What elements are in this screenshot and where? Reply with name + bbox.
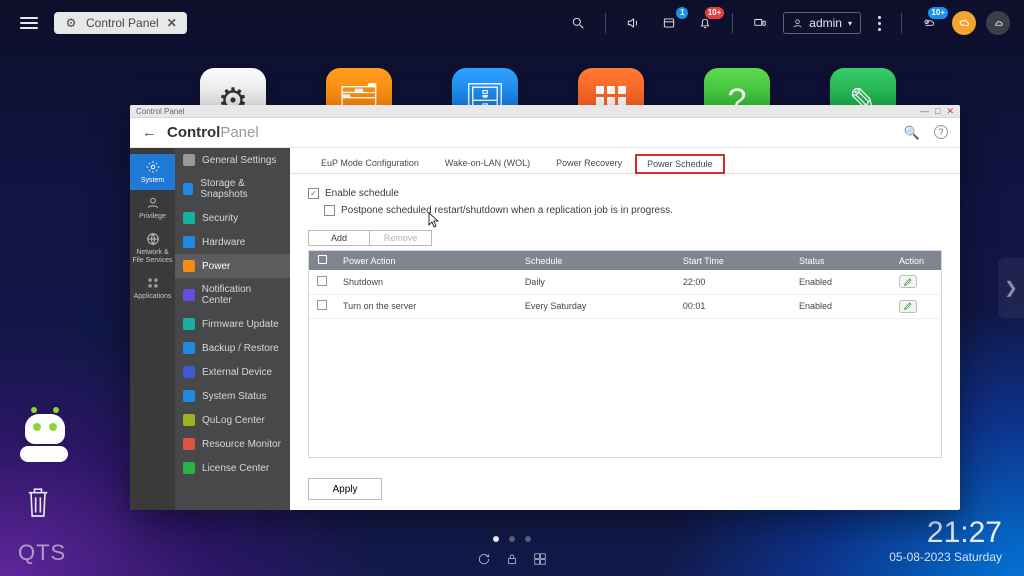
window-title: ControlPanel bbox=[167, 124, 259, 141]
nav-resource-monitor[interactable]: Resource Monitor bbox=[175, 432, 290, 456]
edit-row-button[interactable] bbox=[899, 275, 917, 288]
table-row[interactable]: Shutdown Daily 22:00 Enabled bbox=[309, 270, 941, 294]
col-start-time[interactable]: Start Time bbox=[675, 251, 791, 270]
postpone-label: Postpone scheduled restart/shutdown when… bbox=[341, 205, 673, 216]
clock-time: 21:27 bbox=[889, 518, 1002, 548]
nav-system-status[interactable]: System Status bbox=[175, 384, 290, 408]
taskbar-tab-close[interactable]: ✕ bbox=[167, 16, 177, 30]
clock: 21:27 05-08-2023 Saturday bbox=[889, 518, 1002, 564]
search-icon[interactable] bbox=[565, 10, 591, 36]
row-checkbox[interactable] bbox=[317, 276, 327, 286]
window-help-icon[interactable]: ? bbox=[934, 125, 948, 139]
more-menu[interactable] bbox=[871, 16, 887, 31]
edit-row-button[interactable] bbox=[899, 300, 917, 313]
back-button[interactable]: ← bbox=[142, 124, 157, 141]
window-search-icon[interactable]: 🔍 bbox=[904, 125, 920, 141]
myqnapcloud-icon[interactable] bbox=[952, 11, 976, 35]
table-row[interactable]: Turn on the server Every Saturday 00:01 … bbox=[309, 294, 941, 319]
enable-schedule-checkbox[interactable]: ✓ bbox=[308, 188, 319, 199]
brand-label: QTS bbox=[18, 540, 66, 566]
chevron-down-icon: ▾ bbox=[848, 19, 852, 28]
tasks-badge: 1 bbox=[676, 7, 688, 19]
user-name: admin bbox=[809, 16, 842, 30]
apply-button[interactable]: Apply bbox=[308, 478, 382, 500]
dashboard-icon[interactable] bbox=[533, 552, 547, 566]
main-menu-button[interactable] bbox=[14, 11, 44, 35]
user-menu[interactable]: admin ▾ bbox=[783, 12, 861, 34]
nav-general-settings[interactable]: General Settings bbox=[175, 148, 290, 172]
desktop-controls bbox=[477, 552, 547, 566]
recycle-bin[interactable] bbox=[22, 482, 54, 522]
window-title-small: Control Panel bbox=[136, 107, 184, 116]
nav-notification-center[interactable]: Notification Center bbox=[175, 278, 290, 312]
gear-icon: ⚙︎ bbox=[64, 16, 78, 30]
bell-icon[interactable]: 10+ bbox=[692, 10, 718, 36]
row-checkbox[interactable] bbox=[317, 300, 327, 310]
col-checkbox[interactable] bbox=[309, 251, 335, 270]
remove-button[interactable]: Remove bbox=[370, 230, 432, 246]
col-schedule[interactable]: Schedule bbox=[517, 251, 675, 270]
rail-system[interactable]: System bbox=[130, 154, 175, 190]
nav-security[interactable]: Security bbox=[175, 206, 290, 230]
settings-nav: General Settings Storage & Snapshots Sec… bbox=[175, 148, 290, 510]
clock-date: 05-08-2023 Saturday bbox=[889, 550, 1002, 564]
taskbar-tab-label: Control Panel bbox=[86, 16, 159, 30]
controlpanel-window: Control Panel — □ ✕ ← ControlPanel 🔍 ? S… bbox=[130, 105, 960, 510]
col-power-action[interactable]: Power Action bbox=[335, 251, 517, 270]
tab-power-recovery[interactable]: Power Recovery bbox=[543, 152, 635, 173]
tasks-icon[interactable]: 1 bbox=[656, 10, 682, 36]
weather-badge: 10+ bbox=[928, 7, 948, 19]
window-close[interactable]: ✕ bbox=[946, 106, 954, 117]
col-status[interactable]: Status bbox=[791, 251, 891, 270]
next-desktop-arrow[interactable]: ❯ bbox=[998, 258, 1024, 318]
rail-privilege[interactable]: Privilege bbox=[130, 190, 175, 226]
content-pane: EuP Mode Configuration Wake-on-LAN (WOL)… bbox=[290, 148, 960, 510]
tab-power-schedule[interactable]: Power Schedule bbox=[635, 154, 725, 174]
cloud-icon[interactable] bbox=[986, 11, 1010, 35]
weather-icon[interactable]: 10+ bbox=[916, 10, 942, 36]
taskbar: ⚙︎ Control Panel ✕ 1 10+ admin ▾ 10+ bbox=[0, 0, 1024, 46]
rail-network[interactable]: Network & File Services bbox=[130, 226, 175, 270]
nav-license-center[interactable]: License Center bbox=[175, 456, 290, 480]
window-header: ← ControlPanel 🔍 ? bbox=[130, 118, 960, 148]
nav-firmware-update[interactable]: Firmware Update bbox=[175, 312, 290, 336]
devices-icon[interactable] bbox=[747, 10, 773, 36]
postpone-checkbox[interactable] bbox=[324, 205, 335, 216]
bell-badge: 10+ bbox=[705, 7, 725, 19]
volume-icon[interactable] bbox=[620, 10, 646, 36]
window-titlebar[interactable]: Control Panel — □ ✕ bbox=[130, 105, 960, 118]
nav-storage-snapshots[interactable]: Storage & Snapshots bbox=[175, 172, 290, 206]
window-maximize[interactable]: □ bbox=[935, 106, 940, 117]
taskbar-tab-controlpanel[interactable]: ⚙︎ Control Panel ✕ bbox=[54, 12, 187, 34]
tab-bar: EuP Mode Configuration Wake-on-LAN (WOL)… bbox=[290, 148, 960, 174]
tab-eup[interactable]: EuP Mode Configuration bbox=[308, 152, 432, 173]
desktop-pager[interactable] bbox=[493, 536, 531, 542]
add-button[interactable]: Add bbox=[308, 230, 370, 246]
nav-power[interactable]: Power bbox=[175, 254, 290, 278]
rail-applications[interactable]: Applications bbox=[130, 270, 175, 306]
nav-backup-restore[interactable]: Backup / Restore bbox=[175, 336, 290, 360]
window-minimize[interactable]: — bbox=[920, 106, 929, 117]
category-rail: System Privilege Network & File Services… bbox=[130, 148, 175, 510]
schedule-table: Power Action Schedule Start Time Status … bbox=[308, 250, 942, 458]
nav-qulog-center[interactable]: QuLog Center bbox=[175, 408, 290, 432]
nav-hardware[interactable]: Hardware bbox=[175, 230, 290, 254]
enable-schedule-label: Enable schedule bbox=[325, 188, 399, 199]
nav-external-device[interactable]: External Device bbox=[175, 360, 290, 384]
qbot-assistant[interactable] bbox=[20, 414, 70, 464]
lock-icon[interactable] bbox=[505, 552, 519, 566]
refresh-icon[interactable] bbox=[477, 552, 491, 566]
col-action[interactable]: Action bbox=[891, 251, 941, 270]
tab-wol[interactable]: Wake-on-LAN (WOL) bbox=[432, 152, 543, 173]
